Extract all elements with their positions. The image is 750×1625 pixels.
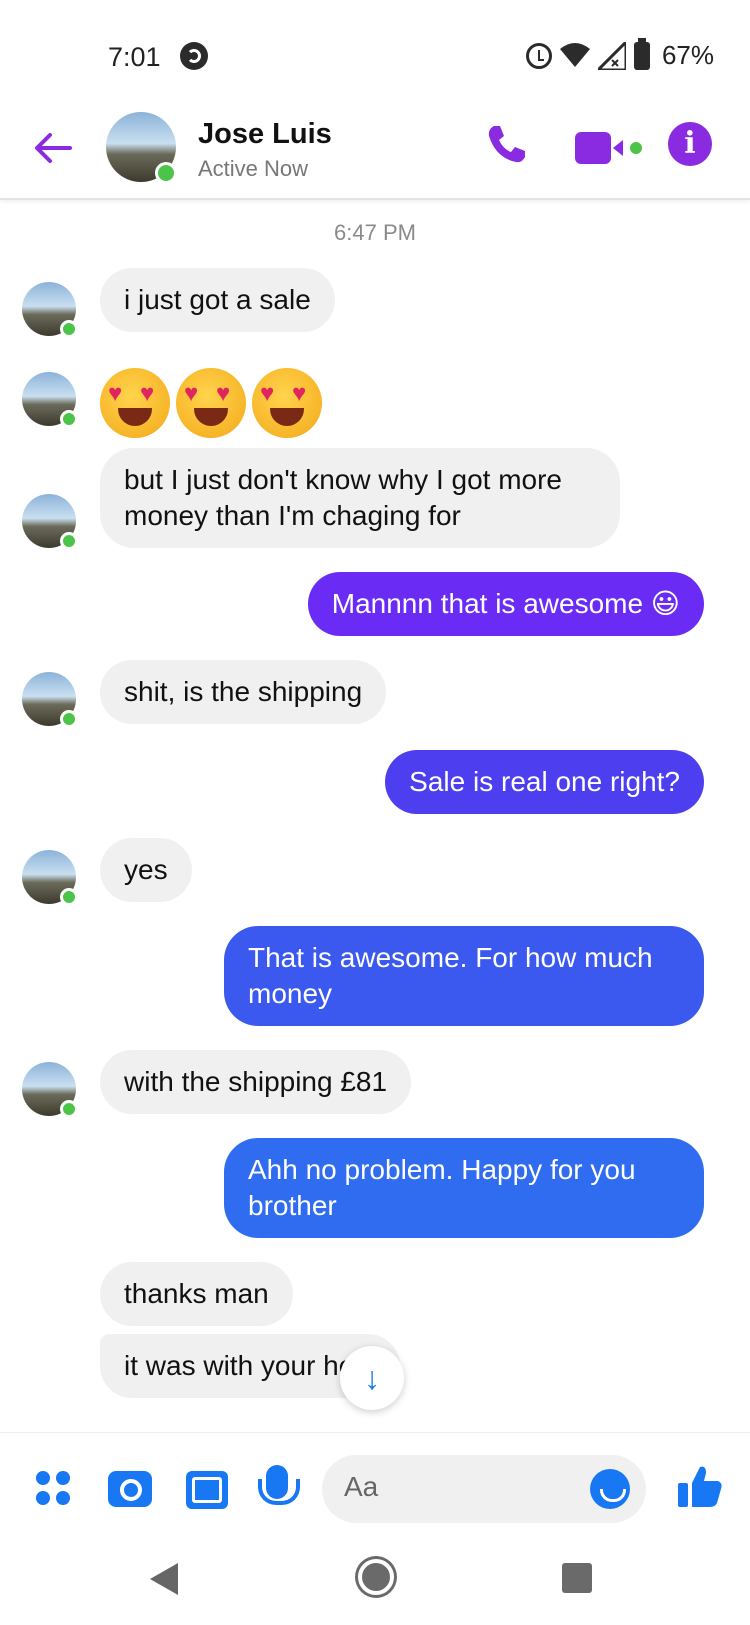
message-bubble-incoming[interactable]: yes [100,838,192,902]
message-bubble-outgoing[interactable]: Mannnn that is awesome 😃 [307,572,704,636]
message-bubble-incoming[interactable]: i just got a sale [100,268,335,332]
contact-status: Active Now [198,156,309,181]
microphone-icon[interactable] [258,1465,300,1505]
system-navigation-bar [0,1545,750,1625]
message-bubble-incoming[interactable]: thanks man [100,1262,293,1326]
emoji-message[interactable]: ♥♥ ♥♥ ♥♥ 😍😍😍 [100,368,322,438]
emoji-message-text: 😍😍😍 [100,368,101,369]
sender-avatar [22,282,78,338]
status-icons: 67% [525,37,714,71]
status-time: 7:01 [108,42,161,72]
message-bubble-outgoing[interactable]: Ahh no problem. Happy for you brother [224,1138,704,1238]
thumbs-up-icon[interactable] [678,1463,722,1509]
battery-percent: 67% [661,40,714,70]
sync-icon [180,42,208,70]
more-actions-icon[interactable] [36,1471,70,1505]
message-bubble-incoming[interactable]: but I just don't know why I got more mon… [100,448,620,548]
message-timestamp: 6:47 PM [334,220,416,245]
signal-icon [597,41,626,70]
phone-call-icon[interactable] [484,122,528,166]
gallery-icon[interactable] [186,1471,228,1509]
battery-icon [633,37,650,70]
alarm-icon [525,42,552,69]
sender-avatar [22,672,78,728]
info-icon[interactable]: i [668,122,712,166]
nav-home-icon[interactable] [358,1559,394,1595]
status-bar: 7:01 67% [0,0,750,100]
wifi-icon [559,42,590,67]
back-arrow-icon[interactable] [30,125,76,171]
scroll-down-arrow-icon[interactable]: ↓ [340,1346,404,1410]
message-bubble-incoming[interactable]: shit, is the shipping [100,660,387,724]
camera-icon[interactable] [108,1471,152,1507]
emoji-picker-icon[interactable] [590,1469,630,1509]
message-input-container[interactable] [322,1455,646,1523]
message-bubble-incoming[interactable]: with the shipping £81 [100,1050,412,1114]
nav-recent-apps-icon[interactable] [562,1563,592,1593]
message-composer [0,1432,750,1542]
heart-eyes-emoji-icon: ♥ ♥ [100,368,170,438]
sender-avatar [22,372,78,428]
online-indicator [155,162,177,184]
message-bubble-outgoing[interactable]: That is awesome. For how much money [224,926,704,1026]
sender-avatar [22,850,78,906]
contact-name[interactable]: Jose Luis [198,118,332,151]
sender-avatar [22,494,78,550]
heart-eyes-emoji-icon: ♥ ♥ [252,368,322,438]
nav-back-icon[interactable] [150,1563,178,1595]
sender-avatar [22,1062,78,1118]
heart-eyes-emoji-icon: ♥ ♥ [176,368,246,438]
chat-header: Jose Luis Active Now i [0,100,750,200]
message-bubble-outgoing[interactable]: Sale is real one right? [385,750,704,814]
message-input[interactable] [344,1471,564,1503]
video-call-icon[interactable] [575,130,645,166]
